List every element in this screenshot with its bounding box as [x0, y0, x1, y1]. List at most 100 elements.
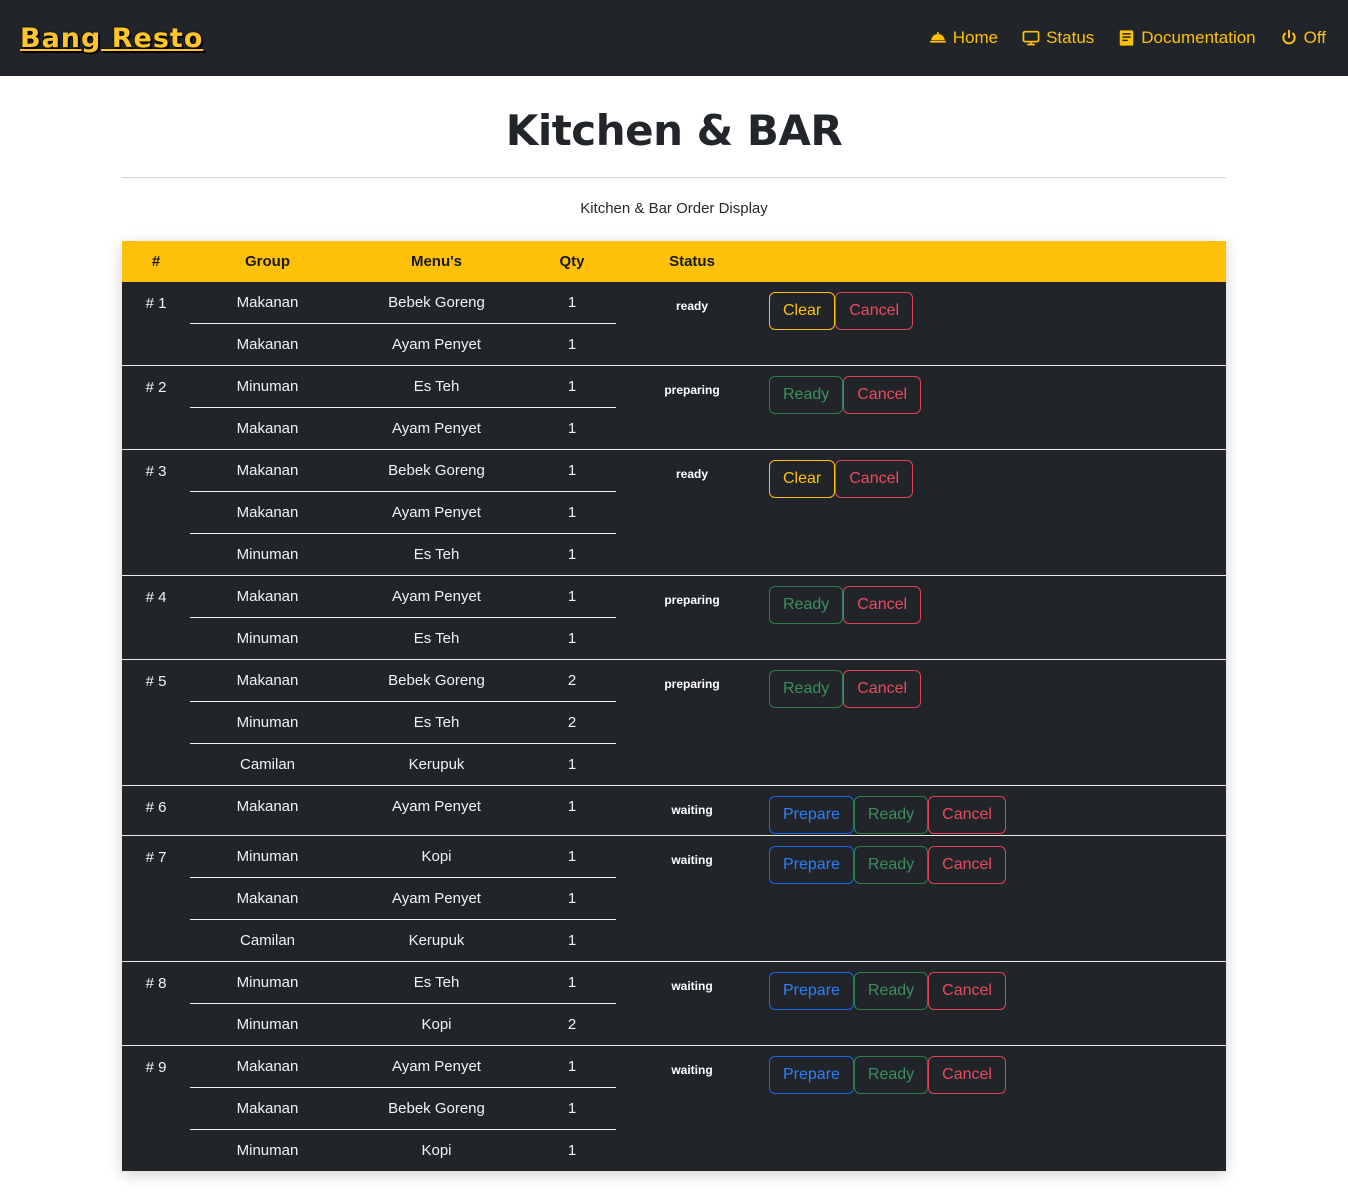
item-group: Makanan: [190, 282, 345, 324]
order-number: # 1: [145, 295, 167, 312]
nav-link-off[interactable]: Off: [1280, 28, 1326, 48]
item-qty: 1: [528, 366, 616, 408]
ready-button[interactable]: Ready: [853, 846, 929, 884]
order-item-row: Minuman Kopi 2: [190, 1004, 616, 1046]
order-row: # 9 Makanan Ayam Penyet 1 Makanan Bebek Goren…: [122, 1045, 1226, 1172]
item-menu: Ayam Penyet: [345, 576, 528, 618]
item-menu: Kerupuk: [408, 756, 465, 773]
order-item-row: Camilan Kerupuk 1: [190, 920, 616, 962]
item-qty: 1: [528, 877, 616, 920]
cancel-button[interactable]: Cancel: [928, 972, 1006, 1010]
order-row: # 3 Makanan Bebek Goreng 1 Makanan Ayam Penye…: [122, 449, 1226, 576]
status-badge: preparing: [664, 677, 720, 691]
order-items-table: Makanan Bebek Goreng 2 Minuman Es Teh 2 Camila…: [190, 660, 616, 785]
ready-button[interactable]: Ready: [769, 376, 844, 414]
item-menu: Ayam Penyet: [392, 798, 481, 815]
cancel-button[interactable]: Cancel: [928, 796, 1006, 834]
cancel-button[interactable]: Cancel: [843, 376, 922, 414]
item-qty: 1: [528, 450, 616, 492]
status-badge: preparing: [664, 593, 720, 607]
order-number: # 5: [145, 673, 167, 690]
item-group: Camilan: [239, 756, 296, 773]
prepare-button[interactable]: Prepare: [769, 846, 854, 884]
order-item-row: Minuman Es Teh 1: [190, 962, 616, 1004]
item-qty: 1: [528, 836, 616, 878]
ready-button[interactable]: Ready: [853, 972, 929, 1010]
cancel-button[interactable]: Cancel: [928, 1056, 1006, 1094]
order-item-row: Makanan Bebek Goreng 1: [190, 1087, 616, 1130]
action-button-group: Prepare Ready Cancel: [769, 796, 1225, 834]
nav-link-documentation-label: Documentation: [1141, 28, 1256, 47]
cancel-button[interactable]: Cancel: [928, 846, 1006, 884]
order-items-table: Makanan Ayam Penyet 1 Makanan Bebek Goreng 1 M…: [190, 1046, 616, 1171]
order-items: Makanan Ayam Penyet 1: [190, 786, 616, 836]
order-number: # 2: [145, 379, 167, 396]
order-items: Minuman Es Teh 1 Makanan Ayam Penyet 1: [190, 366, 616, 450]
nav-link-home[interactable]: Home: [929, 28, 998, 48]
order-items: Makanan Bebek Goreng 1 Makanan Ayam Penyet 1 M…: [190, 450, 616, 576]
ready-button[interactable]: Ready: [853, 1056, 929, 1094]
order-item-row: Minuman Es Teh 1: [190, 618, 616, 660]
cancel-button[interactable]: Cancel: [843, 586, 922, 624]
item-menu: Es Teh: [413, 546, 460, 563]
orders-header-row: # Group Menu's Qty Status: [122, 241, 1226, 282]
order-actions: Prepare Ready Cancel: [768, 786, 1226, 836]
item-qty: 1: [567, 420, 577, 437]
item-menu: Es Teh: [345, 962, 528, 1004]
item-group: Makanan: [190, 877, 345, 920]
order-items-table: Minuman Es Teh 1 Makanan Ayam Penyet 1: [190, 366, 616, 449]
brand-logo[interactable]: Bang Resto: [20, 23, 203, 54]
item-menu: Kopi: [345, 836, 528, 878]
action-button-group: Prepare Ready Cancel: [769, 972, 1225, 1010]
order-number: # 7: [145, 849, 167, 866]
item-qty: 2: [528, 701, 616, 744]
column-header-actions: [768, 241, 1226, 282]
order-items-table: Minuman Es Teh 1 Minuman Kopi 2: [190, 962, 616, 1045]
action-button-group: Ready Cancel: [769, 376, 1225, 414]
cancel-button[interactable]: Cancel: [835, 460, 914, 498]
orders-table-head: # Group Menu's Qty Status: [122, 241, 1226, 282]
item-group: Makanan: [190, 660, 345, 702]
item-group: Camilan: [239, 932, 296, 949]
prepare-button[interactable]: Prepare: [769, 972, 854, 1010]
item-menu: Bebek Goreng: [345, 450, 528, 492]
item-group: Minuman: [236, 630, 299, 647]
item-qty: 1: [528, 1087, 616, 1130]
power-icon: [1280, 29, 1298, 47]
ready-button[interactable]: Ready: [853, 796, 929, 834]
prepare-button[interactable]: Prepare: [769, 1056, 854, 1094]
item-group: Makanan: [236, 798, 299, 815]
nav-link-documentation[interactable]: Documentation: [1118, 28, 1256, 48]
order-item-row: Makanan Bebek Goreng 1: [190, 450, 616, 492]
ready-button[interactable]: Ready: [769, 586, 844, 624]
order-item-row: Camilan Kerupuk 1: [190, 744, 616, 786]
order-items-table: Makanan Bebek Goreng 1 Makanan Ayam Penyet 1: [190, 282, 616, 365]
item-qty: 1: [567, 336, 577, 353]
status-badge: waiting: [671, 979, 713, 993]
cancel-button[interactable]: Cancel: [835, 292, 914, 330]
item-group: Makanan: [190, 1087, 345, 1130]
item-qty: 1: [567, 1142, 577, 1159]
order-items: Makanan Ayam Penyet 1 Makanan Bebek Goreng 1 M…: [190, 1046, 616, 1172]
prepare-button[interactable]: Prepare: [769, 796, 854, 834]
action-button-group: Ready Cancel: [769, 586, 1225, 624]
order-row: # 8 Minuman Es Teh 1 Minuman Kopi 2 waiting Prep…: [122, 961, 1226, 1046]
order-actions: Prepare Ready Cancel: [768, 1046, 1226, 1172]
item-qty: 1: [567, 756, 577, 773]
cancel-button[interactable]: Cancel: [843, 670, 922, 708]
page-subtitle: Kitchen & Bar Order Display: [580, 200, 768, 217]
order-row: # 1 Makanan Bebek Goreng 1 Makanan Ayam Penye…: [122, 282, 1226, 366]
item-group: Minuman: [236, 1016, 299, 1033]
order-row: # 7 Minuman Kopi 1 Makanan Ayam Penyet 1 Camila…: [122, 835, 1226, 962]
order-items-table: Minuman Kopi 1 Makanan Ayam Penyet 1 Camilan Ke…: [190, 836, 616, 961]
order-actions: Clear Cancel: [768, 450, 1226, 576]
item-menu: Kopi: [421, 1016, 452, 1033]
nav-link-status[interactable]: Status: [1022, 28, 1094, 48]
item-qty: 2: [528, 660, 616, 702]
clear-button[interactable]: Clear: [769, 292, 836, 330]
ready-button[interactable]: Ready: [769, 670, 844, 708]
clear-button[interactable]: Clear: [769, 460, 836, 498]
item-group: Minuman: [190, 366, 345, 408]
item-qty: 1: [528, 1046, 616, 1088]
column-header-menu: Menu's: [345, 241, 528, 282]
